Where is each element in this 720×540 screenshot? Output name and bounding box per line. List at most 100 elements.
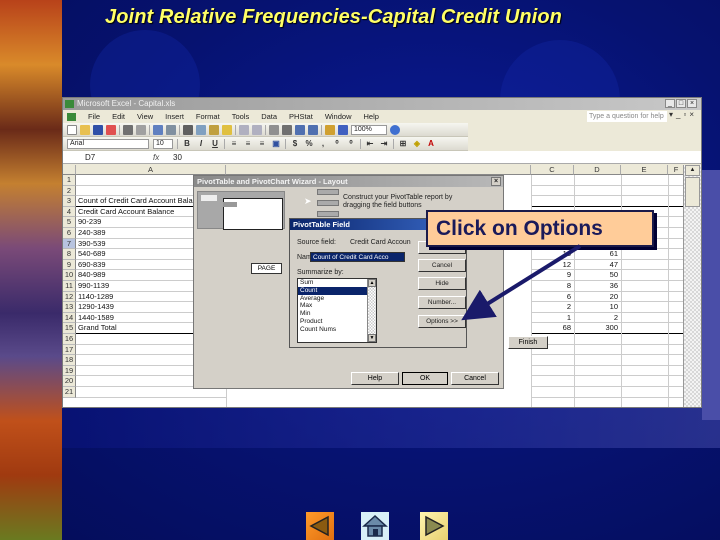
cancel-button[interactable]: Cancel: [418, 259, 466, 272]
cell-d20[interactable]: [574, 376, 621, 387]
cell-d16[interactable]: [574, 334, 621, 345]
summarize-option[interactable]: Sum: [298, 279, 376, 287]
row-header[interactable]: 1: [63, 175, 76, 186]
summarize-option[interactable]: Product: [298, 318, 376, 326]
summarize-option[interactable]: Min: [298, 310, 376, 318]
name-input[interactable]: Count of Credit Card Acco: [310, 252, 405, 262]
cell-d21[interactable]: [574, 387, 621, 398]
row-header[interactable]: 12: [63, 291, 76, 303]
cell-c20[interactable]: [531, 376, 574, 387]
cell-c13[interactable]: 2: [531, 302, 574, 313]
column-header-a[interactable]: A: [76, 165, 226, 175]
cell-d1[interactable]: [574, 175, 621, 186]
name-box[interactable]: D7: [63, 153, 153, 162]
cell-e1[interactable]: [621, 175, 668, 186]
scrollbar-thumb[interactable]: [685, 177, 700, 207]
row-header[interactable]: 21: [63, 387, 76, 398]
help-icon[interactable]: [390, 124, 400, 135]
menu-item-insert[interactable]: Insert: [165, 112, 184, 121]
column-header-b[interactable]: [226, 165, 531, 175]
fx-icon[interactable]: fx: [153, 153, 173, 162]
percent-icon[interactable]: %: [304, 139, 314, 148]
row-header[interactable]: 14: [63, 312, 76, 324]
cell-d19[interactable]: [574, 366, 621, 377]
ok-button[interactable]: OK: [402, 372, 448, 385]
align-right-icon[interactable]: ≡: [257, 139, 267, 148]
underline-icon[interactable]: U: [210, 139, 220, 148]
font-name-select[interactable]: Arial: [67, 138, 149, 149]
increase-decimal-icon[interactable]: ⁰: [332, 139, 342, 148]
workbook-icon[interactable]: [67, 112, 76, 121]
formula-input[interactable]: 30: [173, 153, 182, 162]
scroll-down-icon[interactable]: ▼: [368, 334, 376, 342]
cell-d10[interactable]: 50: [574, 270, 621, 281]
cancel-button[interactable]: Cancel: [451, 372, 499, 385]
menu-item-help[interactable]: Help: [364, 112, 379, 121]
row-header[interactable]: 8: [63, 249, 76, 260]
row-header[interactable]: 4: [63, 206, 76, 218]
cell-e14[interactable]: [621, 313, 668, 324]
cell-e2[interactable]: [621, 186, 668, 197]
previous-slide-button[interactable]: [306, 512, 334, 540]
undo-icon[interactable]: [239, 124, 249, 135]
autosum-icon[interactable]: [282, 124, 292, 135]
summarize-listbox[interactable]: Sum Count Average Max Min Product Count Nums ▲…: [297, 278, 377, 343]
new-icon[interactable]: [67, 124, 77, 135]
cell-e12[interactable]: [621, 292, 668, 303]
help-search-input[interactable]: Type a question for help: [587, 111, 667, 122]
close-icon[interactable]: ×: [687, 99, 697, 108]
cell-c18[interactable]: [531, 355, 574, 366]
row-header[interactable]: 5: [63, 217, 76, 228]
sort-ascending-icon[interactable]: [295, 124, 305, 135]
font-size-select[interactable]: 10: [153, 138, 173, 149]
currency-icon[interactable]: $: [290, 139, 300, 148]
cell-d9[interactable]: 47: [574, 260, 621, 271]
open-icon[interactable]: [80, 124, 90, 135]
page-drop-area[interactable]: PAGE: [251, 263, 282, 274]
cell-e9[interactable]: [621, 260, 668, 271]
row-header[interactable]: 2: [63, 185, 76, 197]
row-header[interactable]: 18: [63, 355, 76, 366]
cell-d17[interactable]: [574, 345, 621, 356]
row-header[interactable]: 17: [63, 344, 76, 356]
listbox-scrollbar[interactable]: ▲ ▼: [367, 279, 376, 342]
column-header-c[interactable]: C: [531, 165, 574, 175]
row-header[interactable]: 16: [63, 334, 76, 345]
copy-icon[interactable]: [196, 124, 206, 135]
finish-button[interactable]: Finish: [508, 336, 548, 349]
summarize-option[interactable]: Average: [298, 295, 376, 303]
chart-wizard-icon[interactable]: [325, 124, 335, 135]
cell-c3[interactable]: [531, 196, 574, 207]
zoom-select[interactable]: 100%: [351, 124, 387, 135]
cell-e3[interactable]: [621, 196, 668, 207]
decrease-decimal-icon[interactable]: ⁰: [346, 139, 356, 148]
cell-c14[interactable]: 1: [531, 313, 574, 324]
summarize-option[interactable]: Count: [298, 286, 376, 295]
cell-d2[interactable]: [574, 186, 621, 197]
print-icon[interactable]: [123, 124, 133, 135]
cell-d12[interactable]: 20: [574, 292, 621, 303]
cell-e17[interactable]: [621, 345, 668, 356]
row-header[interactable]: 13: [63, 302, 76, 313]
menu-item-tools[interactable]: Tools: [232, 112, 250, 121]
research-icon[interactable]: [166, 124, 176, 135]
summarize-option[interactable]: Max: [298, 302, 376, 310]
cell-d11[interactable]: 36: [574, 281, 621, 292]
vertical-scrollbar[interactable]: ▲: [683, 165, 701, 407]
bold-icon[interactable]: B: [182, 139, 192, 148]
cell-c10[interactable]: 9: [531, 270, 574, 281]
row-header[interactable]: 19: [63, 365, 76, 377]
menu-item-data[interactable]: Data: [261, 112, 277, 121]
scroll-up-icon[interactable]: ▲: [685, 165, 700, 176]
cell-e15[interactable]: [621, 323, 668, 334]
document-window-controls[interactable]: ▾_▫×: [669, 110, 697, 119]
cell-e8[interactable]: [621, 249, 668, 260]
column-header-e[interactable]: E: [621, 165, 668, 175]
merge-center-icon[interactable]: ▣: [271, 139, 281, 148]
row-header[interactable]: 15: [63, 323, 76, 334]
print-preview-icon[interactable]: [136, 124, 146, 135]
spelling-icon[interactable]: [153, 124, 163, 135]
cell-c2[interactable]: [531, 186, 574, 197]
menu-item-format[interactable]: Format: [196, 112, 220, 121]
column-header-d[interactable]: D: [574, 165, 621, 175]
